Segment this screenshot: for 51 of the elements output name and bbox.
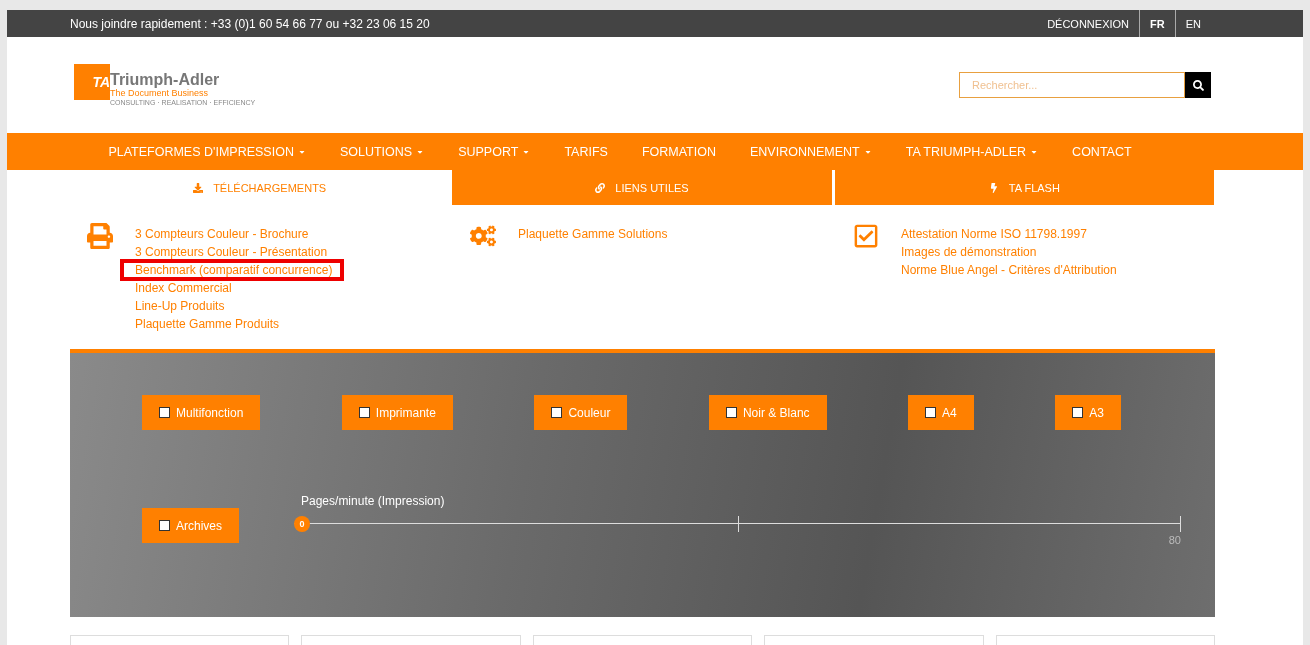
download-link[interactable]: Norme Blue Angel - Critères d'Attribution: [901, 261, 1117, 279]
filter-checkbox[interactable]: Couleur: [534, 395, 628, 430]
download-link[interactable]: Attestation Norme ISO 11798.1997: [901, 225, 1087, 243]
search-button[interactable]: [1185, 72, 1211, 98]
download-link[interactable]: Plaquette Gamme Produits: [135, 315, 280, 333]
filter-checkbox[interactable]: Archives: [142, 508, 239, 543]
checkbox[interactable]: [159, 407, 170, 418]
nav-item[interactable]: SUPPORT: [441, 144, 548, 159]
checkbox[interactable]: [1072, 407, 1084, 418]
nav-item[interactable]: ENVIRONNEMENT: [733, 144, 889, 159]
nav-item[interactable]: TA TRIUMPH-ADLER: [888, 144, 1056, 159]
nav-item[interactable]: FORMATION: [624, 144, 733, 159]
filter-checkbox[interactable]: Multifonction: [142, 395, 261, 430]
download-link[interactable]: 3 Compteurs Couleur - Brochure: [135, 225, 309, 243]
search-field[interactable]: Rechercher...: [959, 72, 1185, 98]
tab[interactable]: LIENS UTILES: [452, 170, 832, 205]
nav-item[interactable]: TARIFS: [547, 144, 625, 159]
contact-text: Nous joindre rapidement : +33 (0)1 60 54 66 77 ou +32 23 06 15 20: [70, 16, 431, 31]
gears-icon: [470, 223, 496, 249]
download-link[interactable]: Benchmark (comparatif concurrence): [120, 259, 345, 281]
slider-label: Pages/minute (Impression): [301, 494, 446, 508]
slider-max-label: 80: [1168, 534, 1181, 546]
download-link[interactable]: 3 Compteurs Couleur - Présentation: [135, 243, 328, 261]
search-icon: [1192, 79, 1204, 91]
nav-item[interactable]: CONTACT: [1055, 144, 1149, 159]
filter-checkbox[interactable]: Imprimante: [341, 395, 453, 430]
filter-checkbox[interactable]: A4: [908, 395, 974, 430]
checkbox[interactable]: [159, 520, 170, 531]
lightning-icon: [988, 182, 999, 193]
checkbox[interactable]: [551, 407, 563, 418]
link-icon: [595, 182, 606, 193]
checkbox[interactable]: [725, 407, 737, 418]
filter-checkbox[interactable]: Noir & Blanc: [708, 395, 827, 430]
logo-tagline: The Document Business: [110, 88, 209, 98]
logo-name: Triumph-Adler: [110, 72, 221, 88]
nav-item[interactable]: PLATEFORMES D'IMPRESSION: [91, 144, 323, 159]
printer-icon: [87, 223, 113, 249]
logo-mark: TA: [74, 64, 110, 100]
download-link[interactable]: Index Commercial: [135, 279, 232, 297]
checkbox[interactable]: [925, 407, 937, 418]
filter-checkbox[interactable]: A3: [1055, 395, 1121, 430]
download-link[interactable]: Line-Up Produits: [135, 297, 225, 315]
download-icon: [193, 182, 204, 193]
checkbox[interactable]: [358, 407, 370, 418]
nav-item[interactable]: SOLUTIONS: [322, 144, 442, 159]
download-link[interactable]: Plaquette Gamme Solutions: [518, 225, 668, 243]
checkbox-icon: [853, 223, 879, 249]
tab[interactable]: TA FLASH: [834, 170, 1214, 205]
slider-thumb[interactable]: 0: [294, 516, 310, 532]
slider-track[interactable]: 0: [294, 516, 1181, 532]
download-link[interactable]: Images de démonstration: [901, 243, 1037, 261]
